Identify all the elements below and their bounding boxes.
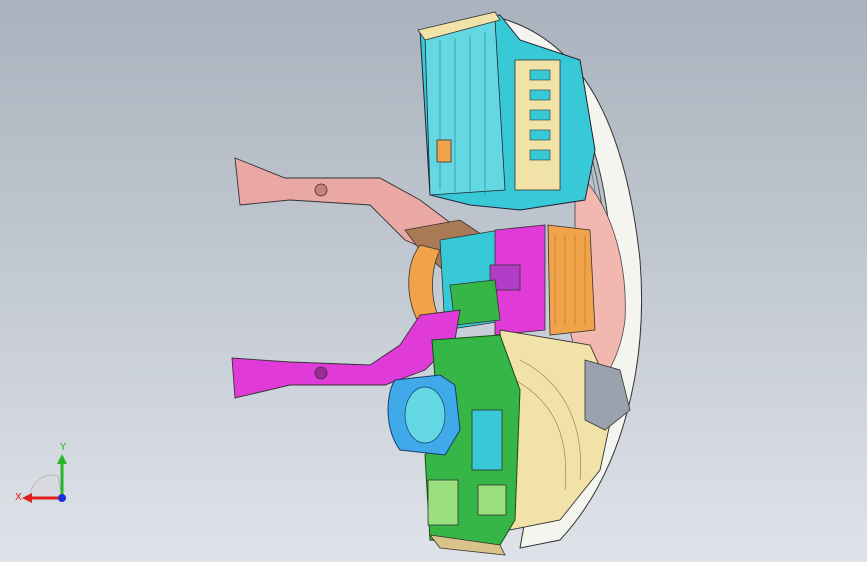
- cyan-lower-block: [471, 409, 503, 471]
- green-lower-panel: [427, 479, 459, 526]
- hvac-assembly-model[interactable]: [0, 0, 867, 562]
- coordinate-triad: Y X: [10, 440, 80, 510]
- graphics-viewport[interactable]: Y X: [0, 0, 867, 562]
- x-axis-label: X: [15, 492, 22, 503]
- y-axis-label: Y: [60, 442, 67, 453]
- orange-tab: [436, 139, 452, 163]
- z-axis-origin: [58, 494, 66, 502]
